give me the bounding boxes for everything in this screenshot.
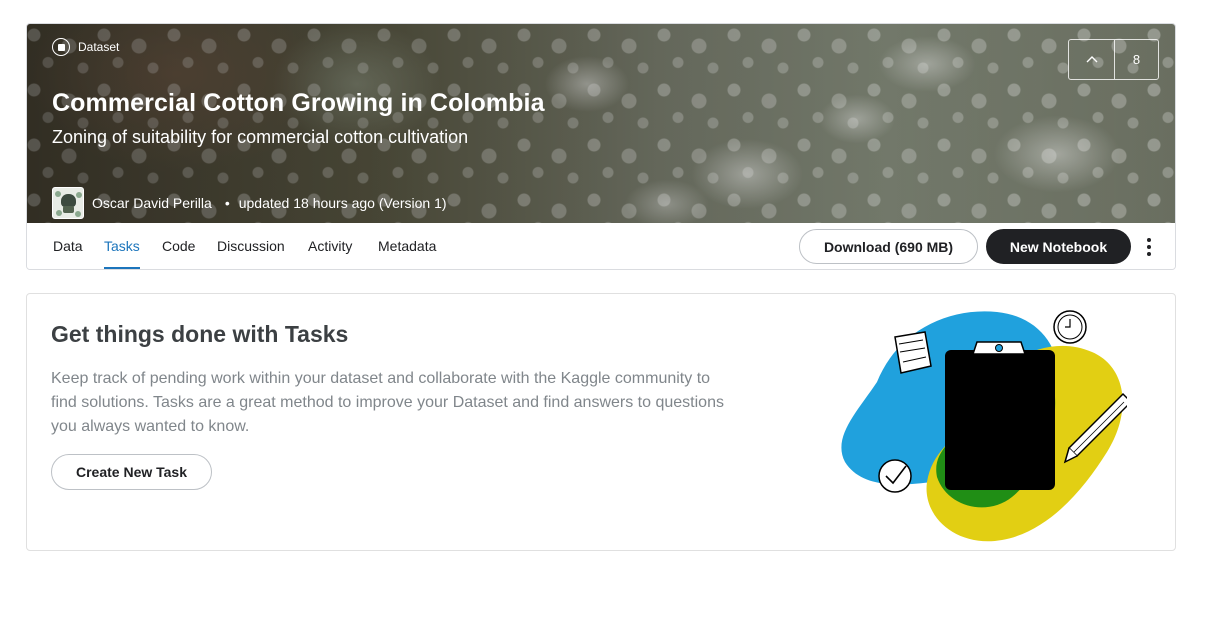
download-button[interactable]: Download (690 MB) (799, 229, 978, 264)
clipboard-tasks-illustration (841, 310, 1127, 542)
tab-code[interactable]: Code (162, 223, 195, 269)
tab-bar: Data Tasks Code Discussion Activity Meta… (27, 223, 1175, 269)
dataset-icon (52, 38, 70, 56)
separator-dot: • (224, 195, 230, 211)
tasks-heading: Get things done with Tasks (51, 321, 349, 347)
tab-discussion[interactable]: Discussion (217, 223, 285, 269)
dataset-subtitle: Zoning of suitability for commercial cot… (52, 127, 469, 147)
tab-tasks[interactable]: Tasks (104, 223, 140, 269)
clock-icon (1053, 310, 1087, 344)
tab-activity[interactable]: Activity (308, 223, 352, 269)
new-notebook-button[interactable]: New Notebook (986, 229, 1131, 264)
dataset-type-label: Dataset (78, 40, 120, 54)
dataset-type-chip: Dataset (52, 38, 119, 56)
dataset-header: Dataset 8 Commercial Cotton Growing in C… (26, 23, 1176, 270)
notepad-icon (894, 331, 932, 374)
owner-name-link[interactable]: Oscar David Perilla (92, 195, 212, 211)
tasks-description: Keep track of pending work within your d… (51, 370, 724, 435)
tasks-empty-state: Get things done with Tasks Keep track of… (26, 293, 1176, 551)
cover-image: Dataset 8 Commercial Cotton Growing in C… (27, 24, 1175, 223)
dataset-title: Commercial Cotton Growing in Colombia (52, 89, 545, 117)
updated-timestamp: updated 18 hours ago (Version 1) (238, 195, 447, 211)
vote-count: 8 (1132, 52, 1141, 67)
avatar[interactable] (52, 187, 84, 219)
check-circle-icon (878, 459, 912, 493)
more-vertical-icon[interactable] (1139, 233, 1159, 260)
upvote-button[interactable] (1069, 40, 1115, 79)
vote-widget: 8 (1068, 39, 1159, 80)
owner-row: Oscar David Perilla • updated 18 hours a… (52, 187, 447, 219)
chevron-up-icon (1086, 55, 1097, 62)
create-new-task-button[interactable]: Create New Task (51, 454, 212, 490)
tab-metadata[interactable]: Metadata (378, 223, 436, 269)
tab-data[interactable]: Data (53, 223, 83, 269)
clipboard-shape (945, 350, 1055, 490)
